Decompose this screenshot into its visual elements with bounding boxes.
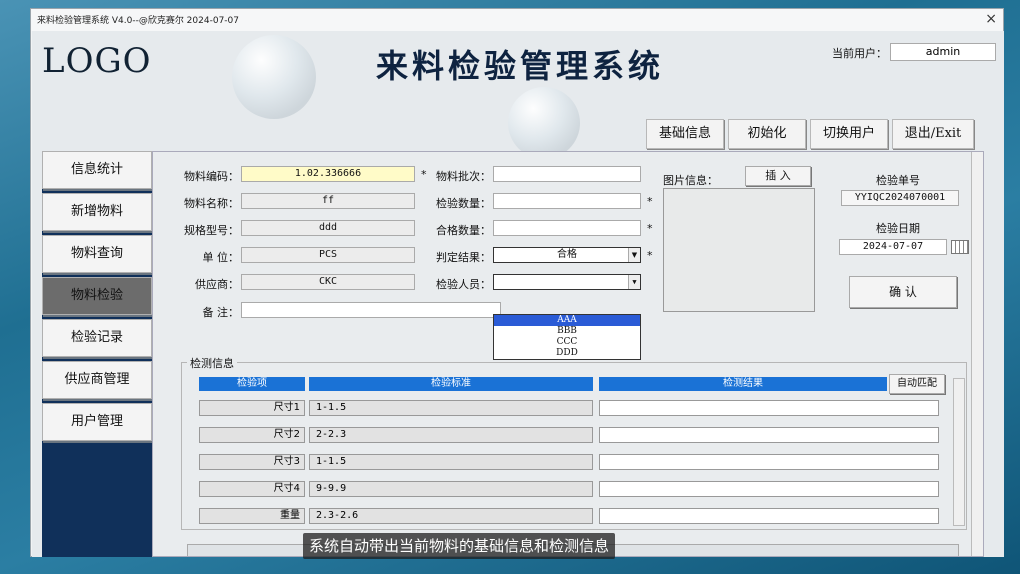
window-titlebar: 来料检验管理系统 V4.0--@欣克赛尔 2024-07-07 × (31, 9, 1003, 31)
remark-label: 备 注： (202, 306, 240, 319)
batch-label: 物料批次： (436, 170, 491, 183)
table-row-standard: 1-1.5 (309, 400, 593, 416)
decor-bubble (232, 35, 316, 119)
material-code-field[interactable]: 1.02.336666 (241, 166, 415, 182)
table-row-result-input[interactable] (599, 427, 939, 443)
picture-label: 图片信息： (663, 174, 718, 187)
table-row-result-input[interactable] (599, 508, 939, 524)
table-row-standard: 2-2.3 (309, 427, 593, 443)
calendar-icon[interactable] (951, 240, 969, 254)
sidebar-item-statistics[interactable]: 信息统计 (42, 151, 152, 189)
inspection-panel: 物料编码： 1.02.336666 * 物料名称： ff 规格型号： ddd 单… (152, 151, 984, 557)
video-subtitle: 系统自动带出当前物料的基础信息和检测信息 (303, 533, 616, 559)
inspector-option[interactable]: CCC (494, 337, 640, 348)
judgement-select[interactable]: 合格 ▼ (493, 247, 641, 263)
app-body: LOGO 来料检验管理系统 当前用户： admin 基础信息 初始化 切换用户 … (32, 31, 1004, 557)
inspection-no-field[interactable]: YYIQC2024070001 (841, 190, 959, 206)
supplier-label: 供应商： (195, 278, 239, 291)
header-standard: 检验标准 (309, 377, 593, 391)
required-mark: * (647, 222, 653, 235)
inspect-qty-field[interactable] (493, 193, 641, 209)
material-code-label: 物料编码： (184, 170, 239, 183)
required-mark: * (647, 249, 653, 262)
table-row-result-input[interactable] (599, 481, 939, 497)
decor-bubble (508, 87, 580, 159)
sidebar-item-supplier-management[interactable]: 供应商管理 (42, 361, 152, 399)
window-title: 来料检验管理系统 V4.0--@欣克赛尔 2024-07-07 (37, 16, 239, 26)
table-row-result-input[interactable] (599, 400, 939, 416)
current-user-field: admin (890, 43, 996, 61)
judgement-label: 判定结果： (436, 251, 491, 264)
inspector-label: 检验人员： (436, 278, 491, 291)
content-scrollbar[interactable] (971, 152, 983, 556)
material-name-label: 物料名称： (184, 197, 239, 210)
sidebar-item-inspection-records[interactable]: 检验记录 (42, 319, 152, 357)
sidebar-item-add-material[interactable]: 新增物料 (42, 193, 152, 231)
inspection-date-label: 检验日期 (876, 222, 920, 235)
table-row-standard: 9-9.9 (309, 481, 593, 497)
header-item: 检验项 (199, 377, 305, 391)
inspector-option[interactable]: AAA (494, 315, 640, 326)
supplier-field[interactable]: CKC (241, 274, 415, 290)
detection-scrollbar[interactable] (953, 378, 965, 526)
table-row-standard: 2.3-2.6 (309, 508, 593, 524)
switch-user-button[interactable]: 切换用户 (810, 119, 888, 149)
detection-title: 检测信息 (187, 355, 237, 371)
pass-qty-label: 合格数量： (436, 224, 491, 237)
close-icon[interactable]: × (985, 11, 997, 27)
logo: LOGO (42, 41, 152, 81)
sidebar-item-user-management[interactable]: 用户管理 (42, 403, 152, 441)
table-row-item: 尺寸4 (199, 481, 305, 497)
judgement-value: 合格 (557, 249, 577, 260)
required-mark: * (647, 195, 653, 208)
spec-field[interactable]: ddd (241, 220, 415, 236)
table-row-item: 尺寸1 (199, 400, 305, 416)
app-window: 来料检验管理系统 V4.0--@欣克赛尔 2024-07-07 × LOGO 来… (30, 8, 1004, 557)
current-user-label: 当前用户： (832, 47, 887, 60)
sidebar-item-material-query[interactable]: 物料查询 (42, 235, 152, 273)
sidebar-item-material-inspection[interactable]: 物料检验 (42, 277, 152, 315)
picture-box[interactable] (663, 188, 815, 312)
unit-label: 单 位： (202, 251, 240, 264)
pass-qty-field[interactable] (493, 220, 641, 236)
table-row-item: 重量 (199, 508, 305, 524)
table-row-standard: 1-1.5 (309, 454, 593, 470)
auto-match-button[interactable]: 自动匹配 (889, 374, 945, 394)
sidebar: 信息统计 新增物料 物料查询 物料检验 检验记录 供应商管理 用户管理 (42, 151, 152, 557)
initialize-button[interactable]: 初始化 (728, 119, 806, 149)
chevron-down-icon[interactable]: ▼ (628, 275, 640, 289)
app-title: 来料检验管理系统 (376, 47, 665, 85)
inspector-select[interactable]: ▼ (493, 274, 641, 290)
inspect-qty-label: 检验数量： (436, 197, 491, 210)
table-row-result-input[interactable] (599, 454, 939, 470)
chevron-down-icon[interactable]: ▼ (628, 248, 640, 262)
inspector-option[interactable]: DDD (494, 348, 640, 359)
basic-info-button[interactable]: 基础信息 (646, 119, 724, 149)
header-result: 检测结果 (599, 377, 887, 391)
batch-field[interactable] (493, 166, 641, 182)
remark-field[interactable] (241, 302, 501, 318)
exit-button[interactable]: 退出/Exit (892, 119, 974, 149)
unit-field[interactable]: PCS (241, 247, 415, 263)
insert-picture-button[interactable]: 插 入 (745, 166, 811, 186)
confirm-button[interactable]: 确 认 (849, 276, 957, 308)
table-row-item: 尺寸3 (199, 454, 305, 470)
inspection-date-field[interactable]: 2024-07-07 (839, 239, 947, 255)
table-row-item: 尺寸2 (199, 427, 305, 443)
inspection-no-label: 检验单号 (876, 174, 920, 187)
inspector-option[interactable]: BBB (494, 326, 640, 337)
inspector-dropdown-list: AAA BBB CCC DDD (493, 314, 641, 360)
spec-label: 规格型号： (184, 224, 239, 237)
material-name-field[interactable]: ff (241, 193, 415, 209)
